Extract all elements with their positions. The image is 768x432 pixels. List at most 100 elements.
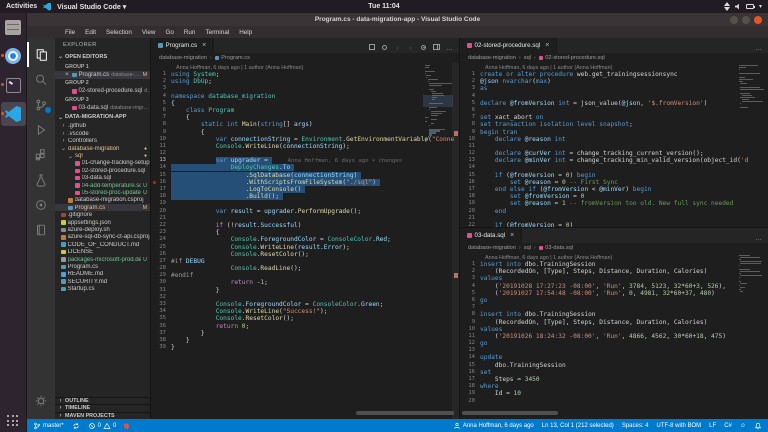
menu-go[interactable]: Go [161, 29, 177, 36]
panel-maven-projects[interactable]: ›MAVEN PROJECTS [55, 412, 150, 420]
tab-02-stored-procedure.sql[interactable]: 02-stored-procedure.sql× [460, 38, 557, 53]
indentation-status[interactable]: Spaces: 4 [622, 423, 649, 429]
code-line[interactable]: 29#endif [151, 272, 459, 279]
test-icon[interactable] [27, 167, 55, 192]
code-line[interactable]: 21 [460, 215, 768, 222]
gitlens-icon[interactable] [420, 37, 427, 55]
code-line[interactable]: 16 .WithScriptsFromFileSystem("./sql") [151, 179, 459, 186]
open-editor-item[interactable]: 02-stored-procedure.sqldata... [55, 88, 150, 96]
code-line[interactable]: 39} [151, 344, 459, 351]
code-line[interactable]: 15 dbo.TrainingSession [460, 362, 768, 369]
language-mode[interactable]: C# [724, 423, 732, 429]
code-line[interactable]: 22 if (!result.Successful) [151, 222, 459, 229]
open-changes-icon[interactable] [368, 37, 375, 55]
manage-gear-icon[interactable] [27, 388, 55, 413]
code-line[interactable]: 33 Console.ForegroundColor = ConsoleColo… [151, 301, 459, 308]
tree-item-Program.cs[interactable]: Program.cs [55, 263, 150, 270]
code-line[interactable]: 1insert into dbo.TrainingSession [460, 261, 768, 268]
code-line[interactable]: 5{ [151, 100, 459, 107]
code-line[interactable]: 35 Console.ResetColor(); [151, 315, 459, 322]
tree-item-README.md[interactable]: README.md [55, 271, 150, 278]
dock-item-terminal[interactable] [1, 73, 26, 97]
code-line[interactable]: 9 { [151, 129, 459, 136]
tree-item-database-migration.csproj[interactable]: database-migration.csproj [55, 197, 150, 204]
breadcrumb[interactable]: database-migration›sql›03-data.sql [460, 243, 768, 253]
dock-item-show-applications[interactable] [1, 408, 26, 432]
breadcrumb[interactable]: database-migration›Program.cs [151, 53, 459, 63]
code-line[interactable]: 7set xact_abort on [460, 114, 768, 121]
tree-item-LICENSE[interactable]: LICENSE [55, 248, 150, 255]
code-line[interactable]: 5 ('20191027 17:54:48 -08:00', 'Run', 0,… [460, 290, 768, 297]
code-line[interactable]: 3 [151, 85, 459, 92]
code-line[interactable]: 20 [460, 398, 768, 405]
code-line[interactable]: 9 (RecordedOn, [Type], Steps, Distance, … [460, 319, 768, 326]
code-line[interactable]: 13 var upgrader = Anna Hoffman, 6 days a… [151, 157, 459, 164]
cursor-position[interactable]: Ln 13, Col 1 (212 selected) [542, 423, 614, 429]
sync-icon[interactable] [72, 422, 80, 430]
horizontal-scrollbar[interactable] [462, 411, 558, 415]
code-line[interactable]: 27#if DEBUG [151, 258, 459, 265]
tree-item-.vscode[interactable]: ›.vscode [55, 130, 150, 137]
code-line[interactable]: 19 Id = 10 [460, 390, 768, 397]
more-actions-icon[interactable]: … [755, 227, 762, 245]
search-icon[interactable] [27, 67, 55, 92]
code-line[interactable]: 18where [460, 383, 768, 390]
code-line[interactable]: 3values [460, 275, 768, 282]
code-line[interactable]: 20 var result = upgrader.PerformUpgrade(… [151, 208, 459, 215]
code-line[interactable]: 15 .SqlDatabase(connectionString) [151, 172, 459, 179]
breadcrumb-item[interactable]: sql [524, 55, 531, 61]
breadcrumb-item[interactable]: database-migration [159, 55, 207, 61]
code-line[interactable]: 11 [460, 143, 768, 150]
code-line[interactable]: 3as [460, 85, 768, 92]
breadcrumb[interactable]: database-migration›sql›02-stored-procedu… [460, 53, 768, 63]
code-line[interactable]: 24 Console.ForegroundColor = ConsoleColo… [151, 236, 459, 243]
dock-item-chromium[interactable] [1, 44, 26, 68]
tree-item-SECURITY.md[interactable]: SECURITY.md [55, 278, 150, 285]
toggle-blame-icon[interactable] [381, 37, 388, 55]
breadcrumb-item[interactable]: database-migration [468, 245, 516, 251]
code-line[interactable]: 13 [460, 347, 768, 354]
tree-item-Startup.cs[interactable]: Startup.cs [55, 285, 150, 292]
minimap[interactable] [739, 65, 765, 109]
code-line[interactable]: 14 DeployChanges.To [151, 164, 459, 171]
flame-extension-icon[interactable] [124, 423, 129, 429]
menu-view[interactable]: View [138, 29, 160, 36]
workspace-root[interactable]: ⌄DATA-MIGRATION-APP [55, 112, 150, 123]
notifications-bell-icon[interactable] [754, 422, 762, 430]
panel-outline[interactable]: ›OUTLINE [55, 397, 150, 405]
tab-close-icon[interactable]: × [545, 42, 549, 49]
minimap[interactable] [425, 65, 451, 142]
problems-indicator[interactable]: 00 [88, 422, 117, 430]
code-line[interactable]: 8insert into dbo.TrainingSession [460, 311, 768, 318]
code-line[interactable]: 14 [460, 164, 768, 171]
tree-item-Controllers[interactable]: ›Controllers [55, 138, 150, 145]
encoding-status[interactable]: UTF-8 with BOM [657, 423, 702, 429]
tree-item-azure-deploy.sh[interactable]: azure-deploy.sh [55, 226, 150, 233]
code-line[interactable]: 2 (RecordedOn, [Type], Steps, Distance, … [460, 268, 768, 275]
code-line[interactable]: 28 Console.ReadLine(); [151, 265, 459, 272]
vertical-scrollbar[interactable] [452, 63, 459, 419]
code-line[interactable]: 5declare @fromVersion int = json_value(@… [460, 100, 768, 107]
next-change-icon[interactable]: › [407, 37, 414, 55]
tree-item-.gitignore[interactable]: .gitignore [55, 211, 150, 218]
dock-item-files[interactable] [1, 15, 26, 39]
dock-item-vscode[interactable] [1, 102, 26, 126]
more-actions-icon[interactable]: … [446, 37, 453, 55]
code-line[interactable]: 4 [460, 93, 768, 100]
code-line[interactable]: 6 [460, 107, 768, 114]
code-line[interactable]: 1create or alter procedure web.get_train… [460, 71, 768, 78]
code-line[interactable]: 6go [460, 297, 768, 304]
code-line[interactable]: 6 class Program [151, 107, 459, 114]
code-editor[interactable]: Anna Hoffman, 6 days ago | 1 author (Ann… [460, 63, 768, 227]
code-line[interactable]: 36 return 0; [151, 323, 459, 330]
menu-help[interactable]: Help [235, 29, 256, 36]
code-line[interactable]: 16 set @reason = 0 -- First Sync [460, 179, 768, 186]
gitlens-blame-status[interactable]: Anna Hoffman, 6 days ago [453, 422, 534, 430]
code-line[interactable]: 4 ('20191028 17:27:23 -08:00', 'Run', 37… [460, 283, 768, 290]
code-line[interactable]: 26 Console.ResetColor(); [151, 251, 459, 258]
code-line[interactable]: 16set [460, 369, 768, 376]
extensions-icon[interactable] [27, 142, 55, 167]
code-line[interactable]: 12 declare @curVer int = change_tracking… [460, 150, 768, 157]
code-line[interactable]: 23 { [151, 229, 459, 236]
code-line[interactable]: 2@json nvarchar(max) [460, 78, 768, 85]
